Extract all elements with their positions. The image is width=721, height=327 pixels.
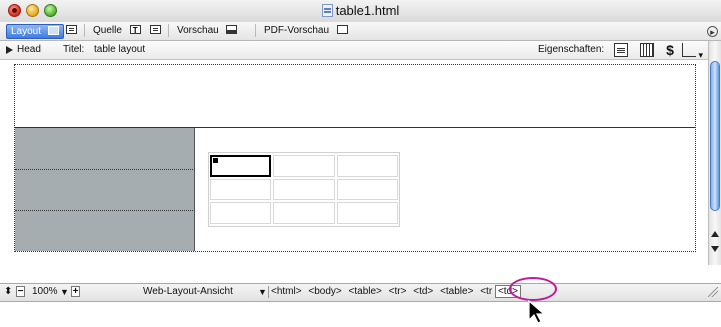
more-properties-icon[interactable] (682, 43, 703, 61)
zoom-dropdown-chevron-down-icon[interactable]: ▼ (60, 286, 69, 298)
pdf-preview-button[interactable]: PDF-Vorschau (264, 24, 348, 37)
gray-cell[interactable] (15, 128, 195, 170)
source-outline-icon (150, 25, 161, 34)
scroll-down-arrow-icon[interactable] (711, 246, 719, 252)
page-properties-icon[interactable] (614, 43, 628, 57)
toolbar-divider (84, 24, 85, 37)
window-title-text: table1.html (335, 3, 400, 18)
breadcrumb-tag[interactable]: <html> (271, 286, 302, 297)
breadcrumb-tag[interactable]: <td> (413, 286, 433, 297)
gray-sidebar-column[interactable] (15, 128, 195, 251)
layout-view-label: Layout (11, 26, 42, 37)
scrollbar-thumb[interactable] (710, 61, 720, 211)
preview-image-icon (226, 25, 238, 34)
layout-view-button[interactable]: Layout (6, 24, 64, 39)
breadcrumb-tag[interactable]: <table> (440, 286, 473, 297)
preview-label: Vorschau (177, 25, 219, 36)
document-head-bar: Head Titel: table layout Eigenschaften: … (0, 41, 708, 61)
pdf-icon (336, 25, 348, 34)
selected-table-cell[interactable] (210, 155, 271, 177)
table-cell[interactable] (337, 155, 398, 177)
breadcrumb-tag[interactable]: <tr (480, 286, 492, 297)
media-properties-icon[interactable] (640, 43, 654, 57)
table-cell[interactable] (273, 202, 335, 224)
title-field[interactable]: table layout (94, 44, 145, 55)
layout-canvas[interactable] (0, 60, 708, 265)
properties-label: Eigenschaften: (538, 44, 605, 55)
zoom-value[interactable]: 100% (32, 286, 58, 298)
window-resize-grip[interactable] (708, 287, 718, 297)
title-field-label: Titel: (63, 44, 85, 55)
zoom-in-button[interactable]: + (71, 286, 80, 297)
html-document-icon (321, 4, 333, 17)
pdf-preview-label: PDF-Vorschau (264, 25, 330, 36)
head-label[interactable]: Head (17, 44, 41, 55)
nested-table[interactable] (208, 152, 400, 227)
highlight-circle (509, 277, 557, 301)
view-mode-toolbar: Layout Quelle Vorschau PDF-Vorschau (0, 22, 721, 41)
zoom-out-button[interactable]: − (16, 286, 25, 297)
script-dollar-icon[interactable]: $ (663, 43, 677, 57)
breadcrumb-tag[interactable]: <tr> (389, 286, 407, 297)
mouse-pointer-icon (528, 300, 546, 324)
gray-cell[interactable] (15, 170, 195, 211)
table-cell[interactable] (210, 202, 271, 224)
header-row-cell[interactable] (15, 65, 695, 128)
table-cell[interactable] (210, 179, 271, 200)
preview-button[interactable]: Vorschau (177, 24, 238, 37)
vertical-scrollbar[interactable] (708, 41, 721, 265)
scroll-up-arrow-icon[interactable] (711, 231, 719, 237)
breadcrumb-tag[interactable]: <table> (349, 286, 382, 297)
source-outline-button[interactable] (150, 24, 161, 37)
head-disclosure-triangle-icon[interactable] (6, 46, 13, 54)
tag-breadcrumb: <html> <body> <table> <tr> <td> <table> … (268, 285, 521, 298)
editor-window: table1.html Layout Quelle Vorschau PDF-V… (0, 0, 721, 290)
layout-view-icon (47, 26, 59, 35)
gray-cell[interactable] (15, 211, 195, 251)
split-view-button[interactable] (66, 24, 77, 37)
breadcrumb-tag[interactable]: <body> (308, 286, 341, 297)
split-view-icon (66, 25, 77, 34)
table-cell[interactable] (337, 179, 398, 200)
toolbar-divider (168, 24, 169, 37)
toolbar-toggle-button[interactable]: ▸ (707, 26, 718, 37)
table-cell[interactable] (337, 202, 398, 224)
source-view-label: Quelle (93, 25, 122, 36)
view-mode-chevron-down-icon[interactable]: ▼ (258, 286, 267, 298)
table-cell[interactable] (273, 179, 335, 200)
outer-table[interactable] (14, 64, 696, 252)
view-mode-select[interactable]: Web-Layout-Ansicht (143, 286, 233, 298)
zoom-stepper-icon[interactable]: ⬍ (4, 286, 12, 298)
status-bar: ⬍ − 100% ▼ + Web-Layout-Ansicht ▼ <html>… (0, 283, 721, 302)
title-bar: table1.html (0, 0, 721, 23)
source-text-icon (129, 24, 141, 37)
table-cell[interactable] (273, 155, 335, 177)
window-title: table1.html (0, 3, 721, 18)
toolbar-divider (255, 24, 256, 37)
source-view-button[interactable]: Quelle (93, 24, 141, 37)
